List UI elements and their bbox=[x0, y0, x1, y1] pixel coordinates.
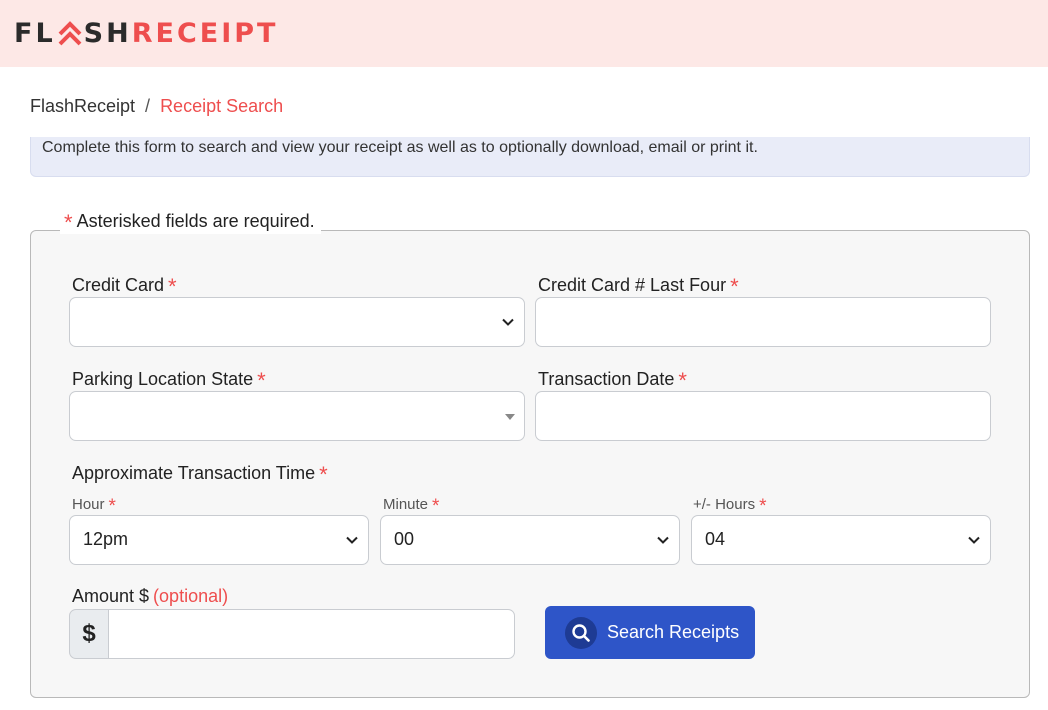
top-header: FL SH RECEIPT bbox=[0, 0, 1048, 67]
breadcrumb-root-link[interactable]: FlashReceipt bbox=[30, 96, 135, 117]
required-asterisk: * bbox=[257, 368, 266, 393]
transaction-date-input[interactable] bbox=[535, 391, 991, 441]
last-four-input[interactable] bbox=[535, 297, 991, 347]
required-asterisk: * bbox=[108, 496, 116, 517]
search-receipts-button[interactable]: Search Receipts bbox=[545, 606, 755, 659]
required-asterisk: * bbox=[432, 496, 440, 517]
logo-text-fl: FL bbox=[14, 17, 56, 49]
state-label-text: Parking Location State bbox=[72, 368, 254, 389]
approx-time-label: Approximate Transaction Time * bbox=[72, 462, 328, 487]
amount-label-text: Amount $ bbox=[72, 586, 150, 606]
minute-label-text: Minute bbox=[383, 496, 429, 513]
credit-card-label: Credit Card * bbox=[72, 274, 177, 299]
last-four-label-text: Credit Card # Last Four bbox=[538, 274, 727, 295]
required-asterisk: * bbox=[730, 274, 739, 299]
chevron-down-icon bbox=[346, 536, 358, 544]
required-asterisk: * bbox=[319, 462, 328, 487]
required-asterisk: * bbox=[759, 496, 767, 517]
hours-range-select[interactable]: 04 bbox=[691, 515, 991, 565]
search-receipts-label: Search Receipts bbox=[607, 622, 740, 642]
chevron-down-icon bbox=[968, 536, 980, 544]
minute-label: Minute * bbox=[383, 495, 440, 517]
hour-select[interactable]: 12pm bbox=[69, 515, 369, 565]
info-alert-text: Complete this form to search and view yo… bbox=[42, 139, 758, 156]
required-asterisk: * bbox=[168, 274, 177, 299]
amount-label: Amount $ (optional) bbox=[72, 586, 228, 607]
transaction-date-label: Transaction Date * bbox=[538, 368, 687, 393]
transaction-date-label-text: Transaction Date bbox=[538, 368, 675, 389]
info-alert: Complete this form to search and view yo… bbox=[30, 137, 1030, 177]
credit-card-label-text: Credit Card bbox=[72, 274, 165, 295]
required-asterisk: * bbox=[678, 368, 687, 393]
minute-select[interactable]: 00 bbox=[380, 515, 680, 565]
credit-card-select[interactable] bbox=[69, 297, 525, 347]
hour-value: 12pm bbox=[83, 529, 129, 549]
approx-time-label-text: Approximate Transaction Time bbox=[72, 462, 316, 483]
logo-text-receipt: RECEIPT bbox=[131, 17, 279, 49]
hour-label-text: Hour bbox=[72, 496, 105, 513]
state-select[interactable] bbox=[69, 391, 525, 441]
logo-text-sh: SH bbox=[83, 17, 132, 49]
chevron-down-icon bbox=[657, 536, 669, 544]
chevron-down-icon bbox=[502, 318, 514, 326]
dollar-prefix: $ bbox=[69, 609, 109, 659]
hours-range-value: 04 bbox=[705, 529, 726, 549]
breadcrumb: FlashReceipt / Receipt Search bbox=[30, 96, 283, 117]
state-label: Parking Location State * bbox=[72, 368, 266, 393]
hours-range-label: +/- Hours * bbox=[693, 495, 767, 517]
required-note-text: Asterisked fields are required. bbox=[76, 210, 315, 231]
breadcrumb-separator: / bbox=[145, 96, 151, 116]
logo-chevron-icon bbox=[58, 20, 82, 46]
flashreceipt-logo[interactable]: FL SH RECEIPT bbox=[14, 16, 278, 50]
minute-value: 00 bbox=[394, 529, 415, 549]
required-asterisk: * bbox=[64, 210, 73, 235]
hour-label: Hour * bbox=[72, 495, 116, 517]
breadcrumb-current: Receipt Search bbox=[160, 96, 284, 116]
hours-range-label-text: +/- Hours bbox=[693, 496, 756, 513]
last-four-label: Credit Card # Last Four * bbox=[538, 274, 739, 299]
optional-tag: (optional) bbox=[153, 586, 229, 606]
caret-down-icon bbox=[505, 414, 515, 420]
amount-input[interactable] bbox=[108, 609, 515, 659]
required-note: * Asterisked fields are required. bbox=[60, 208, 321, 234]
search-icon bbox=[565, 616, 597, 649]
